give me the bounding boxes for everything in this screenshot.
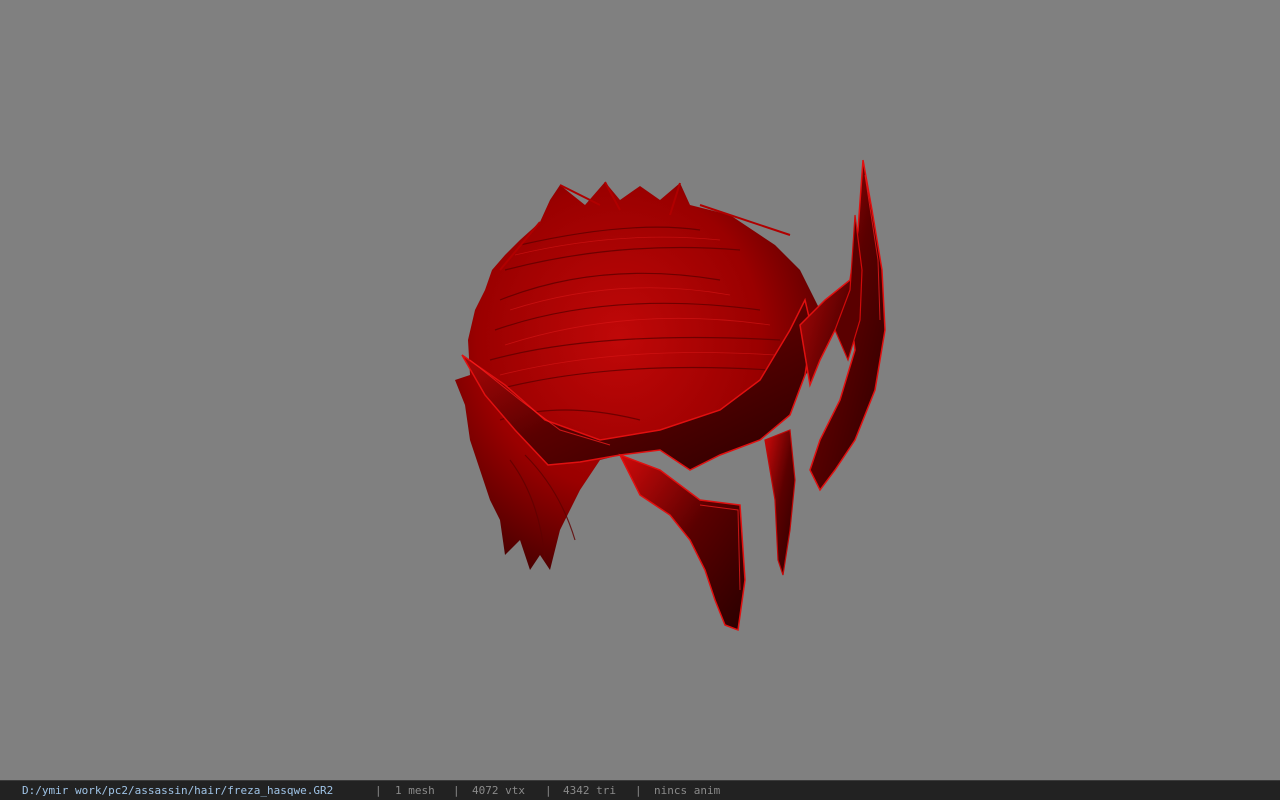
status-bar: D:/ymir work/pc2/assassin/hair/freza_has… <box>0 780 1280 800</box>
separator: | <box>453 784 460 797</box>
3d-viewport[interactable] <box>0 0 1280 780</box>
separator: | <box>545 784 552 797</box>
separator: | <box>635 784 642 797</box>
file-path-label: D:/ymir work/pc2/assassin/hair/freza_has… <box>22 784 334 797</box>
vertex-count-label: 4072 vtx <box>472 784 525 797</box>
mesh-count-label: 1 mesh <box>395 784 435 797</box>
hair-model-render[interactable] <box>0 0 1280 780</box>
animation-status-label: nincs anim <box>654 784 721 797</box>
separator: | <box>375 784 382 797</box>
triangle-count-label: 4342 tri <box>563 784 616 797</box>
